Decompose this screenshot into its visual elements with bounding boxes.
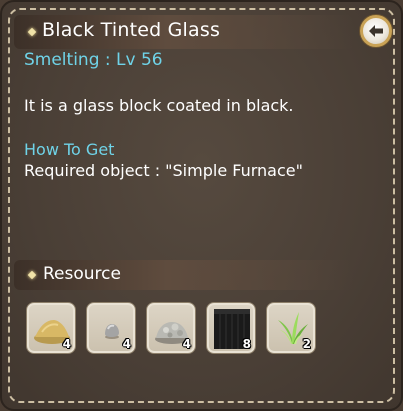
resource-slot-grass[interactable]: 2 (266, 302, 316, 354)
back-button[interactable] (360, 15, 392, 47)
back-arrow-icon (369, 25, 383, 37)
resource-slot-small-stone[interactable]: 4 (86, 302, 136, 354)
item-title: Black Tinted Glass (42, 19, 221, 41)
resource-slot-stone-pile[interactable]: 4 (146, 302, 196, 354)
resource-slot-sand[interactable]: 4 (26, 302, 76, 354)
resource-count: 4 (182, 337, 191, 351)
resource-slot-black-block[interactable]: 8 (206, 302, 256, 354)
how-to-get-heading: How To Get (24, 140, 115, 159)
resource-count: 4 (62, 337, 71, 351)
item-info-panel: Black Tinted Glass Smelting : Lv 56 It i… (0, 0, 403, 411)
resource-count: 8 (242, 337, 251, 351)
item-description: It is a glass block coated in black. (24, 96, 294, 115)
required-object: Required object : "Simple Furnace" (24, 161, 303, 180)
resource-count: 2 (302, 337, 311, 351)
resource-count: 4 (122, 337, 131, 351)
resource-heading: Resource (43, 264, 121, 284)
smelting-level: Smelting : Lv 56 (24, 50, 163, 70)
